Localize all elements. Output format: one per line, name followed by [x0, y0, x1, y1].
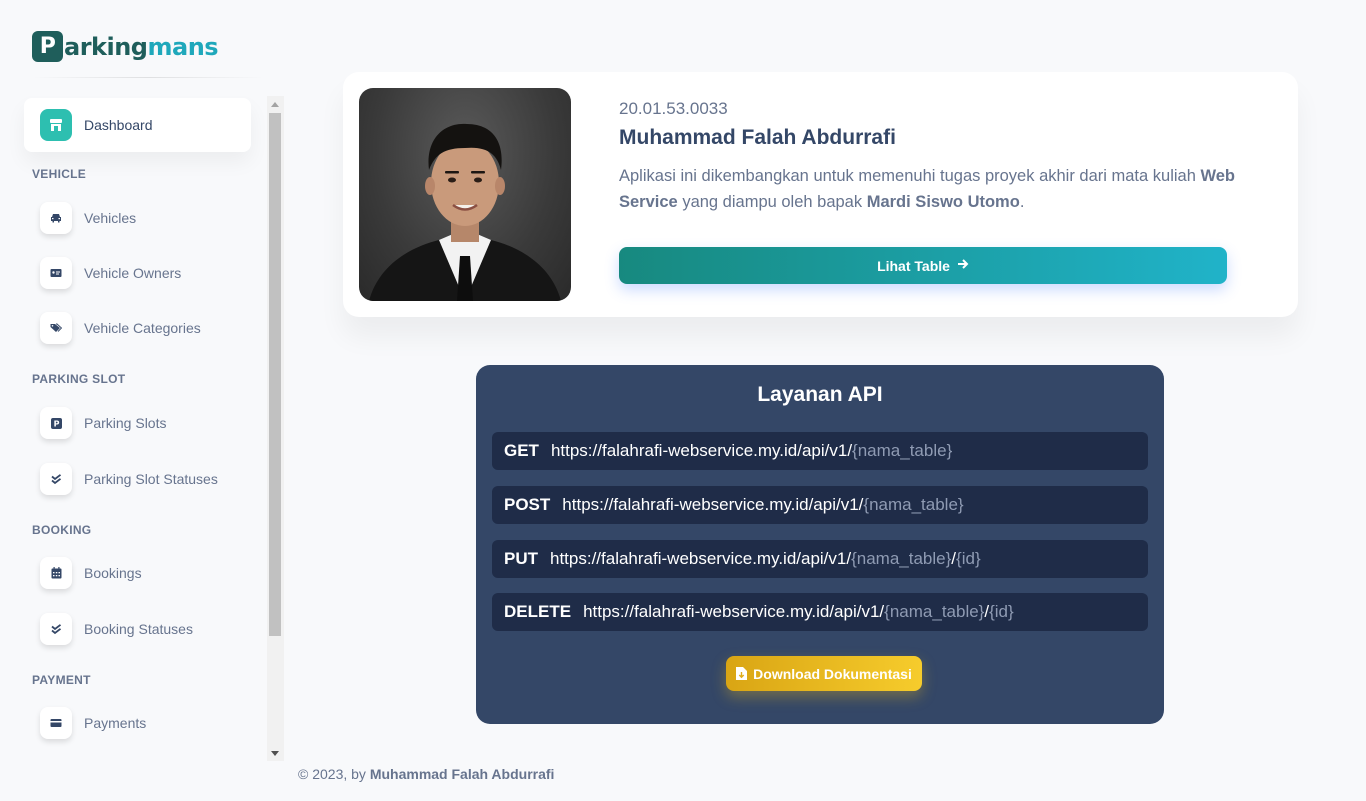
file-download-icon [736, 667, 748, 680]
brand-text-part2: mans [147, 32, 219, 61]
button-label: Lihat Table [877, 257, 950, 274]
scrollbar-thumb[interactable] [269, 113, 281, 636]
profile-photo [359, 88, 571, 301]
section-title-payment: PAYMENT [32, 673, 91, 687]
id-placeholder: {id} [956, 549, 981, 568]
section-title-parking-slot: PARKING SLOT [32, 372, 126, 386]
svg-text:P: P [53, 419, 59, 428]
table-placeholder: {nama_table} [884, 602, 985, 621]
sidebar-item-bookings[interactable]: Bookings [24, 546, 251, 600]
profile-name: Muhammad Falah Abdurrafi [619, 126, 896, 149]
sidebar-scrollbar[interactable] [267, 96, 284, 761]
sidebar-item-vehicle-categories[interactable]: Vehicle Categories [24, 301, 251, 355]
sidebar-item-parking-slots[interactable]: P Parking Slots [24, 396, 251, 450]
sidebar: P arking mans Dashboard VEHICLE Vehicles… [0, 0, 286, 801]
sidebar-item-label: Vehicles [84, 210, 137, 226]
table-placeholder: {nama_table} [851, 549, 952, 568]
api-card: Layanan API GET https://falahrafi-webser… [476, 365, 1164, 724]
student-id: 20.01.53.0033 [619, 99, 728, 118]
sidebar-item-payments[interactable]: Payments [24, 696, 251, 750]
table-placeholder: {nama_table} [852, 441, 953, 460]
brand-divider [32, 77, 264, 78]
footer-author-link[interactable]: Muhammad Falah Abdurrafi [370, 766, 555, 782]
lecturer-name: Mardi Siswo Utomo [866, 193, 1020, 211]
brand-letter: P [32, 31, 63, 62]
double-check-icon [40, 613, 72, 645]
sidebar-item-booking-statuses[interactable]: Booking Statuses [24, 602, 251, 656]
sidebar-item-label: Vehicle Categories [84, 320, 201, 336]
api-card-title: Layanan API [757, 383, 883, 406]
copyright-text: © 2023, by [298, 766, 366, 782]
id-placeholder: {id} [989, 602, 1014, 621]
api-endpoint-delete: DELETE https://falahrafi-webservice.my.i… [492, 593, 1148, 631]
brand-logo[interactable]: P arking mans [32, 31, 219, 62]
arrow-right-icon [957, 257, 969, 274]
double-check-icon [40, 463, 72, 495]
calendar-icon [40, 557, 72, 589]
profile-card: 20.01.53.0033 Muhammad Falah Abdurrafi A… [343, 72, 1298, 317]
sidebar-nav: Dashboard VEHICLE Vehicles Vehicle Owner… [0, 96, 266, 761]
sidebar-item-vehicle-owners[interactable]: Vehicle Owners [24, 246, 251, 300]
http-method: POST [504, 495, 551, 514]
download-documentation-button[interactable]: Download Dokumentasi [726, 656, 922, 691]
parking-icon: P [40, 407, 72, 439]
section-title-booking: BOOKING [32, 523, 92, 537]
shop-icon [40, 109, 72, 141]
http-method: DELETE [504, 602, 572, 621]
table-placeholder: {nama_table} [863, 495, 964, 514]
description-text: Aplikasi ini dikembangkan untuk memenuhi… [619, 167, 1196, 185]
api-endpoint-get: GET https://falahrafi-webservice.my.id/a… [492, 432, 1148, 470]
scroll-up-arrow-icon[interactable] [271, 102, 279, 107]
sidebar-item-label: Vehicle Owners [84, 265, 182, 281]
http-method: PUT [504, 549, 538, 568]
sidebar-item-label: Bookings [84, 565, 142, 581]
section-title-vehicle: VEHICLE [32, 167, 87, 181]
endpoint-base-url: https://falahrafi-webservice.my.id/api/v… [583, 602, 885, 621]
endpoint-base-url: https://falahrafi-webservice.my.id/api/v… [562, 495, 864, 514]
id-card-icon [40, 257, 72, 289]
endpoint-base-url: https://falahrafi-webservice.my.id/api/v… [550, 549, 852, 568]
api-endpoint-post: POST https://falahrafi-webservice.my.id/… [492, 486, 1148, 524]
view-table-button[interactable]: Lihat Table [619, 247, 1227, 284]
sidebar-item-label: Booking Statuses [84, 621, 193, 637]
api-endpoint-put: PUT https://falahrafi-webservice.my.id/a… [492, 540, 1148, 578]
tags-icon [40, 312, 72, 344]
endpoint-base-url: https://falahrafi-webservice.my.id/api/v… [550, 441, 853, 460]
sidebar-item-label: Dashboard [84, 117, 153, 133]
scroll-down-arrow-icon[interactable] [271, 751, 279, 756]
car-icon [40, 202, 72, 234]
sidebar-item-label: Payments [84, 715, 147, 731]
sidebar-item-label: Parking Slot Statuses [84, 471, 218, 487]
profile-description: Aplikasi ini dikembangkan untuk memenuhi… [619, 163, 1239, 215]
sidebar-item-vehicles[interactable]: Vehicles [24, 191, 251, 245]
brand-text-part1: arking [64, 32, 148, 61]
sidebar-item-parking-slot-statuses[interactable]: Parking Slot Statuses [24, 452, 251, 506]
description-text: yang diampu oleh bapak [682, 193, 863, 211]
footer: © 2023, by Muhammad Falah Abdurrafi [298, 766, 554, 782]
button-label: Download Dokumentasi [753, 665, 912, 682]
sidebar-item-label: Parking Slots [84, 415, 167, 431]
sidebar-item-dashboard[interactable]: Dashboard [24, 98, 251, 152]
credit-card-icon [40, 707, 72, 739]
description-period: . [1019, 193, 1025, 211]
http-method: GET [504, 441, 539, 460]
